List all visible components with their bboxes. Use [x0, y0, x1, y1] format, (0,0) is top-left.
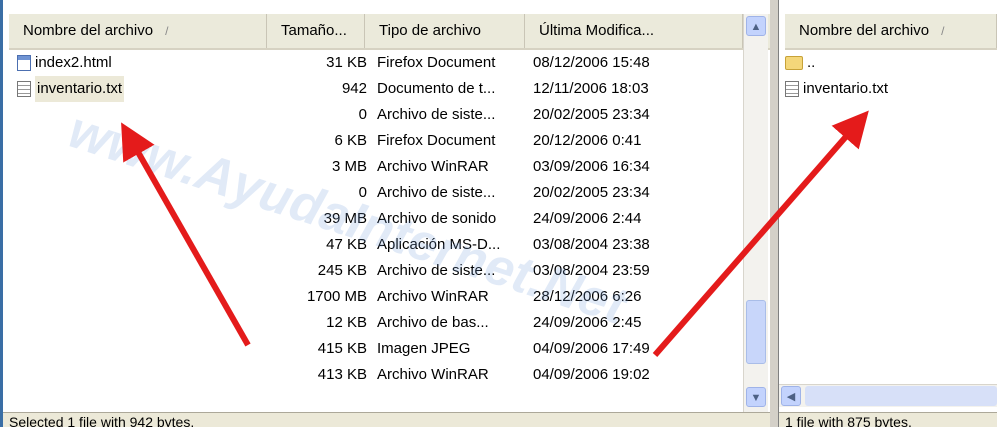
- status-bar: Selected 1 file with 942 bytes.: [3, 412, 770, 427]
- file-type: Archivo WinRAR: [377, 288, 489, 305]
- table-row[interactable]: 47 KB Aplicación MS-D... 03/08/2004 23:38: [13, 232, 733, 258]
- scroll-thumb[interactable]: [746, 300, 766, 364]
- file-size: 0: [358, 184, 367, 201]
- file-size: 942: [341, 80, 367, 97]
- file-date: 03/08/2004 23:38: [533, 236, 650, 253]
- column-header-type[interactable]: Tipo de archivo: [365, 14, 525, 48]
- table-row[interactable]: inventario.txt 942 Documento de t... 12/11/…: [13, 76, 733, 102]
- file-date: 03/08/2004 23:59: [533, 262, 650, 279]
- file-date: 28/12/2006 6:26: [533, 288, 642, 305]
- remote-column-header-bar: Nombre del archivo /: [785, 14, 997, 50]
- file-size: 3 MB: [331, 158, 367, 175]
- file-name: index2.html: [17, 50, 112, 76]
- table-row[interactable]: 12 KB Archivo de bas... 24/09/2006 2:45: [13, 310, 733, 336]
- status-text: Selected 1 file with 942 bytes.: [9, 414, 195, 427]
- file-date: 04/09/2006 19:02: [533, 366, 650, 383]
- remote-file-panel: Nombre del archivo / .. inventario.txt ◀ 1…: [778, 0, 997, 427]
- file-type: Firefox Document: [377, 132, 496, 149]
- table-row[interactable]: 39 MB Archivo de sonido 24/09/2006 2:44: [13, 206, 733, 232]
- text-file-icon: [785, 81, 799, 97]
- horizontal-scroll-thumb[interactable]: [805, 386, 997, 406]
- file-size: 1700 MB: [306, 288, 367, 305]
- remote-status-text: 1 file with 875 bytes.: [785, 414, 912, 427]
- file-size: 245 KB: [317, 262, 367, 279]
- remote-file-name: inventario.txt: [785, 76, 888, 102]
- file-type: Archivo de bas...: [377, 314, 489, 331]
- sort-ascending-icon: /: [941, 24, 945, 38]
- remote-file-name-label: inventario.txt: [803, 80, 889, 97]
- scroll-up-button[interactable]: ▲: [746, 16, 766, 36]
- file-type: Archivo de siste...: [377, 106, 496, 123]
- file-size: 39 MB: [323, 210, 367, 227]
- file-type: Aplicación MS-D...: [377, 236, 501, 253]
- file-name-label: index2.html: [35, 54, 112, 71]
- column-header-size[interactable]: Tamaño...: [267, 14, 365, 48]
- file-size: 0: [358, 106, 367, 123]
- file-date: 20/02/2005 23:34: [533, 184, 650, 201]
- table-row[interactable]: 3 MB Archivo WinRAR 03/09/2006 16:34: [13, 154, 733, 180]
- local-file-panel: Nombre del archivo / Tamaño... Tipo de ar…: [0, 0, 770, 427]
- file-type: Archivo de sonido: [377, 210, 497, 227]
- remote-status-bar: 1 file with 875 bytes.: [779, 412, 997, 427]
- file-type: Archivo WinRAR: [377, 158, 489, 175]
- file-date: 04/09/2006 17:49: [533, 340, 650, 357]
- file-type: Documento de t...: [377, 80, 496, 97]
- remote-table-row[interactable]: inventario.txt: [785, 76, 985, 102]
- table-row[interactable]: 415 KB Imagen JPEG 04/09/2006 17:49: [13, 336, 733, 362]
- file-date: 08/12/2006 15:48: [533, 54, 650, 71]
- table-row[interactable]: 0 Archivo de siste... 20/02/2005 23:34: [13, 102, 733, 128]
- table-row[interactable]: 6 KB Firefox Document 20/12/2006 0:41: [13, 128, 733, 154]
- horizontal-scrollbar[interactable]: ◀: [779, 384, 997, 407]
- file-type: Archivo WinRAR: [377, 366, 489, 383]
- file-type: Archivo de siste...: [377, 184, 496, 201]
- file-type: Firefox Document: [377, 54, 496, 71]
- table-row[interactable]: 245 KB Archivo de siste... 03/08/2004 23:5…: [13, 258, 733, 284]
- remote-file-name: ..: [785, 50, 815, 76]
- file-type: Archivo de siste...: [377, 262, 496, 279]
- file-type: Imagen JPEG: [377, 340, 471, 357]
- table-row[interactable]: 0 Archivo de siste... 20/02/2005 23:34: [13, 180, 733, 206]
- file-date: 20/02/2005 23:34: [533, 106, 650, 123]
- column-header-modified-label: Última Modifica...: [539, 22, 655, 39]
- text-file-icon: [17, 81, 31, 97]
- remote-table-row[interactable]: ..: [785, 50, 985, 76]
- file-name: inventario.txt: [17, 76, 125, 102]
- file-date: 20/12/2006 0:41: [533, 132, 642, 149]
- remote-column-header-name-label: Nombre del archivo: [799, 22, 930, 39]
- vertical-scrollbar[interactable]: ▲ ▼: [743, 14, 768, 427]
- sort-ascending-icon: /: [165, 24, 169, 38]
- file-size: 12 KB: [326, 314, 367, 331]
- file-size: 415 KB: [317, 340, 367, 357]
- file-date: 12/11/2006 18:03: [533, 80, 649, 97]
- file-size: 47 KB: [326, 236, 367, 253]
- column-header-name-label: Nombre del archivo: [23, 22, 154, 39]
- column-header-size-label: Tamaño...: [281, 22, 347, 39]
- column-header-bar: Nombre del archivo / Tamaño... Tipo de ar…: [9, 14, 770, 50]
- table-row[interactable]: 1700 MB Archivo WinRAR 28/12/2006 6:26: [13, 284, 733, 310]
- table-row[interactable]: 413 KB Archivo WinRAR 04/09/2006 19:02: [13, 362, 733, 388]
- remote-column-header-name[interactable]: Nombre del archivo /: [785, 14, 997, 48]
- file-size: 6 KB: [334, 132, 367, 149]
- file-date: 03/09/2006 16:34: [533, 158, 650, 175]
- scroll-left-button[interactable]: ◀: [781, 386, 801, 406]
- html-file-icon: [17, 55, 31, 71]
- file-size: 413 KB: [317, 366, 367, 383]
- folder-icon: [785, 56, 803, 70]
- file-size: 31 KB: [326, 54, 367, 71]
- scroll-down-button[interactable]: ▼: [746, 387, 766, 407]
- file-name-label: inventario.txt: [35, 76, 125, 102]
- column-header-modified[interactable]: Última Modifica...: [525, 14, 743, 48]
- file-date: 24/09/2006 2:45: [533, 314, 642, 331]
- column-header-name[interactable]: Nombre del archivo /: [9, 14, 267, 48]
- remote-file-name-label: ..: [807, 54, 816, 71]
- table-row[interactable]: index2.html 31 KB Firefox Document 08/12/20…: [13, 50, 733, 76]
- file-date: 24/09/2006 2:44: [533, 210, 642, 227]
- column-header-type-label: Tipo de archivo: [379, 22, 481, 39]
